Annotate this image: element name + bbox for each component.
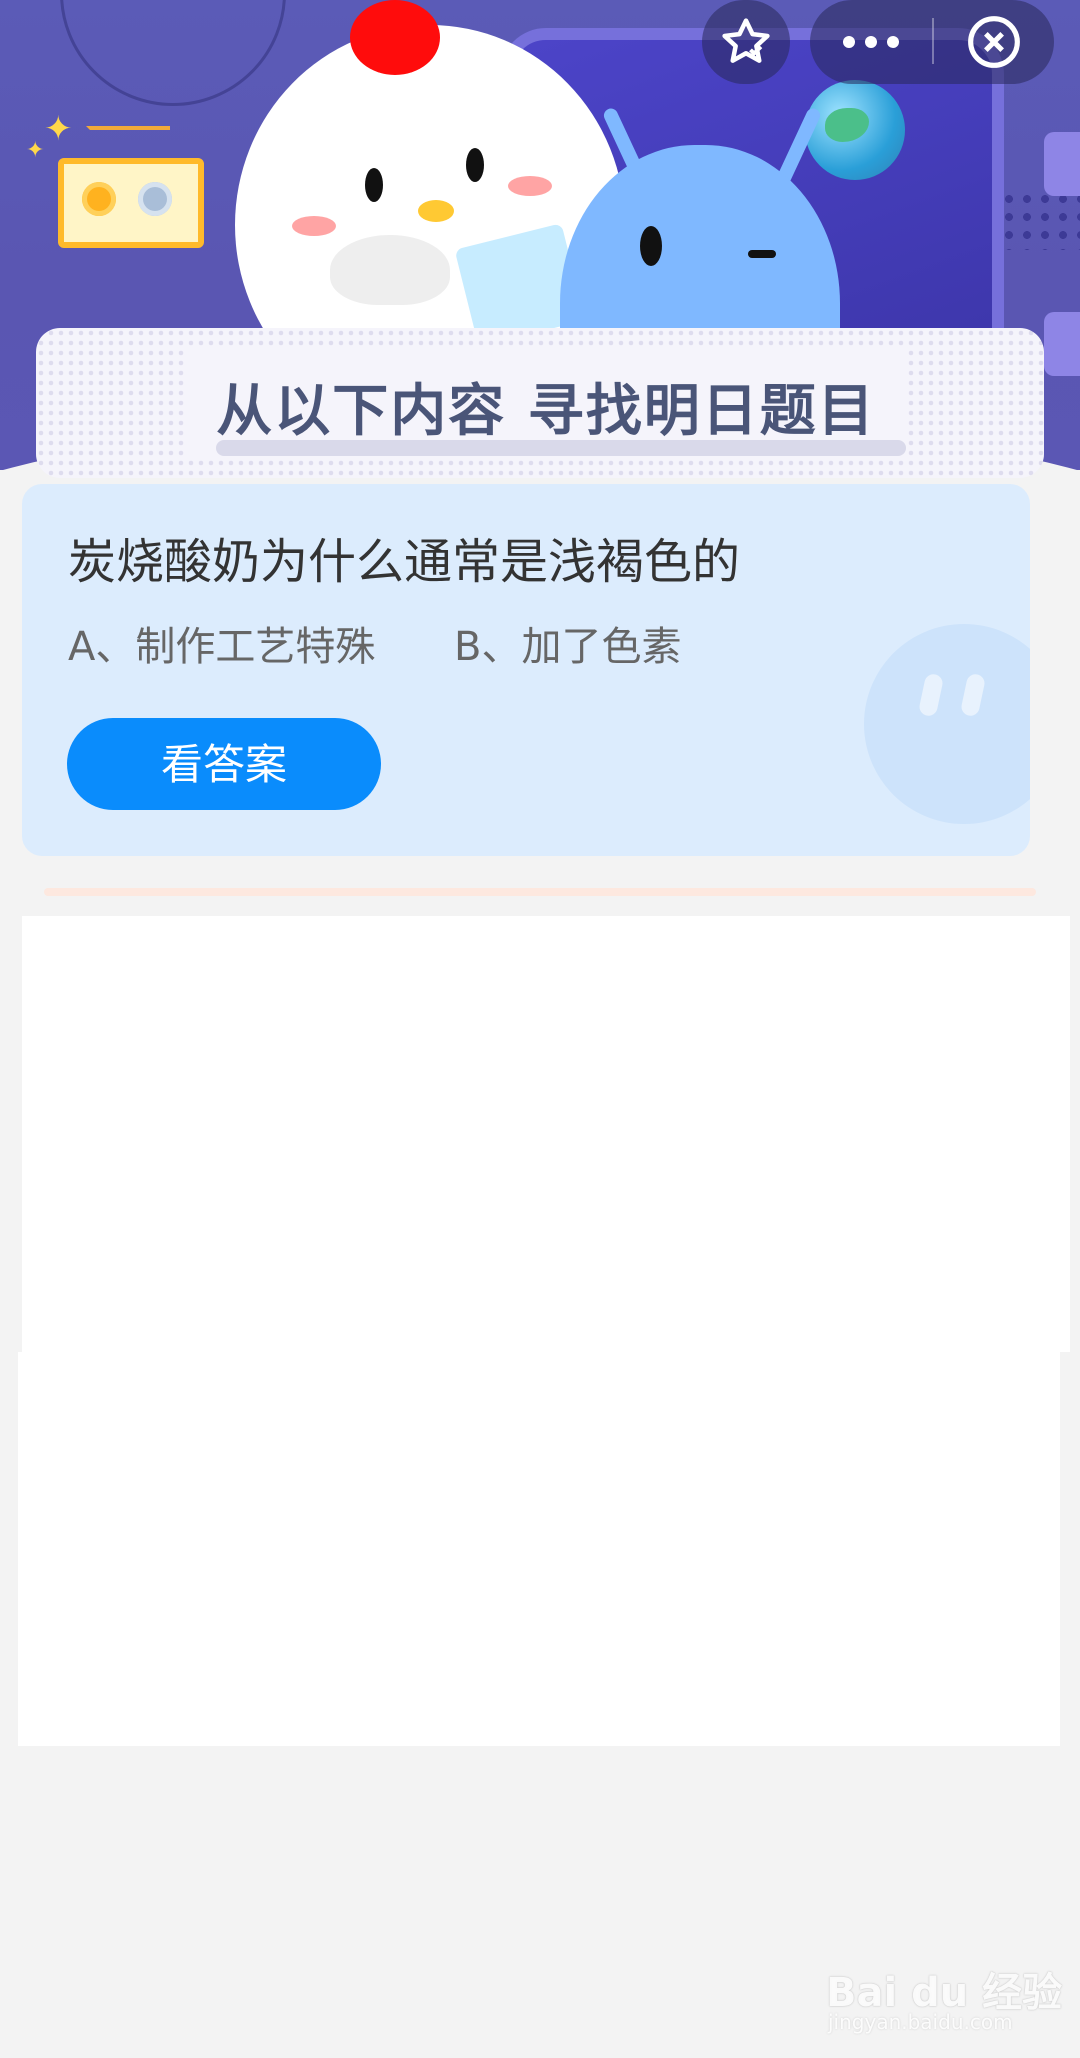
medal-frame-icon — [58, 158, 204, 248]
more-button[interactable] — [810, 0, 932, 84]
banner-title-area: 从以下内容 寻找明日题目 — [186, 348, 906, 458]
mascot-eye — [466, 148, 484, 182]
content-placeholder — [22, 916, 1070, 1352]
star-check-icon — [702, 0, 790, 84]
decorative-arc — [60, 0, 286, 106]
capsule-menu — [810, 0, 1054, 84]
close-button[interactable] — [934, 0, 1054, 84]
chick-wing — [330, 235, 450, 305]
banner-title: 从以下内容 寻找明日题目 — [216, 379, 876, 444]
side-block — [1044, 132, 1080, 196]
planet-icon — [805, 80, 905, 180]
gold-medal-icon — [82, 182, 116, 216]
bubble-eye — [959, 672, 987, 718]
silver-medal-icon — [138, 182, 172, 216]
baidu-watermark-url: jingyan.baidu.com — [828, 2010, 1013, 2034]
option-b: B、加了色素 — [454, 624, 682, 670]
more-dots-icon — [843, 36, 899, 48]
content-placeholder — [18, 1352, 1060, 1746]
mascot-eye — [365, 168, 383, 202]
side-block — [1044, 312, 1080, 376]
mascot-eye — [640, 226, 662, 266]
view-answer-button[interactable]: 看答案 — [67, 718, 381, 810]
question-card: 炭烧酸奶为什么通常是浅褐色的 A、制作工艺特殊 B、加了色素 看答案 — [22, 484, 1030, 856]
sparkle-icon: ✦ — [44, 109, 73, 149]
divider-strip — [44, 888, 1036, 896]
question-text: 炭烧酸奶为什么通常是浅褐色的 — [68, 534, 741, 590]
option-a: A、制作工艺特殊 — [68, 624, 376, 670]
chick-beak — [418, 200, 454, 222]
favorite-button[interactable] — [702, 0, 790, 84]
mascot-cheek — [508, 176, 552, 196]
close-circle-icon — [968, 16, 1020, 68]
chat-bubble-icon — [864, 624, 1030, 824]
title-banner: 从以下内容 寻找明日题目 — [36, 328, 1044, 478]
bubble-eye — [917, 672, 945, 718]
mascot-cheek — [292, 216, 336, 236]
chick-comb — [350, 0, 440, 75]
sparkle-icon: ✦ — [26, 138, 45, 163]
dot-pattern — [1000, 190, 1080, 250]
mascot-wink — [748, 250, 776, 258]
